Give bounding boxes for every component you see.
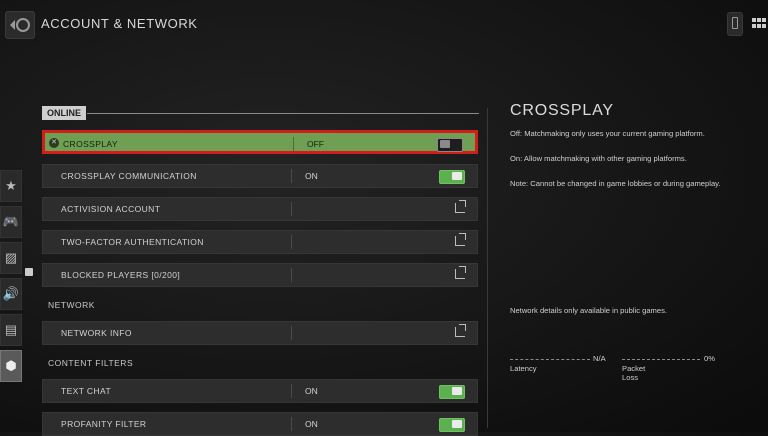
row-value: ON bbox=[305, 386, 318, 396]
profanity-filter-toggle[interactable] bbox=[439, 418, 465, 432]
detail-title: CROSSPLAY bbox=[510, 102, 614, 119]
menu-grid-icon[interactable] bbox=[752, 18, 766, 28]
packet-loss-dash bbox=[622, 359, 700, 361]
section-online: ONLINE bbox=[42, 106, 87, 120]
latency-label: Latency bbox=[510, 364, 537, 373]
row-label: BLOCKED PLAYERS [0/200] bbox=[61, 270, 181, 280]
gamepad-icon[interactable]: 🎮 bbox=[0, 206, 22, 238]
detail-text: Note: Cannot be changed in game lobbies … bbox=[510, 179, 721, 188]
row-activision-account[interactable]: ACTIVISION ACCOUNT bbox=[42, 197, 478, 221]
latency-value: N/A bbox=[593, 354, 606, 363]
star-icon[interactable]: ★ bbox=[0, 170, 22, 202]
row-value: OFF bbox=[307, 139, 324, 149]
row-network-info[interactable]: NETWORK INFO bbox=[42, 321, 478, 345]
row-text-chat[interactable]: TEXT CHAT ON bbox=[42, 379, 478, 403]
row-label: CROSSPLAY COMMUNICATION bbox=[61, 171, 197, 181]
section-network: NETWORK bbox=[48, 300, 95, 310]
row-separator bbox=[291, 268, 292, 282]
phone-icon[interactable] bbox=[727, 12, 743, 36]
panel-divider bbox=[487, 108, 488, 428]
interface-icon[interactable]: ▤ bbox=[0, 314, 22, 346]
notification-badge-icon bbox=[25, 268, 33, 276]
crossplay-communication-toggle[interactable] bbox=[439, 170, 465, 184]
x-icon: ✕ bbox=[49, 138, 59, 148]
row-separator bbox=[291, 169, 292, 183]
crossplay-toggle[interactable] bbox=[437, 138, 463, 152]
row-separator bbox=[291, 417, 292, 431]
back-circle-icon bbox=[16, 18, 30, 32]
row-label: TWO-FACTOR AUTHENTICATION bbox=[61, 237, 204, 247]
external-link-icon bbox=[455, 324, 466, 337]
row-label: ACTIVISION ACCOUNT bbox=[61, 204, 161, 214]
section-content-filters: CONTENT FILTERS bbox=[48, 358, 134, 368]
network-icon[interactable]: ⬢ bbox=[0, 350, 22, 382]
row-two-factor-authentication[interactable]: TWO-FACTOR AUTHENTICATION bbox=[42, 230, 478, 254]
detail-text: Off: Matchmaking only uses your current … bbox=[510, 129, 705, 138]
row-blocked-players[interactable]: BLOCKED PLAYERS [0/200] bbox=[42, 263, 478, 287]
detail-text: On: Allow matchmaking with other gaming … bbox=[510, 154, 687, 163]
row-value: ON bbox=[305, 171, 318, 181]
back-arrow-icon bbox=[10, 20, 15, 30]
back-button[interactable] bbox=[5, 11, 35, 39]
row-crossplay[interactable]: ✕ CROSSPLAY OFF bbox=[42, 130, 478, 154]
side-rail: ★ 🎮 ▨ 🔊 ▤ ⬢ bbox=[0, 170, 22, 386]
row-separator bbox=[291, 384, 292, 398]
page-title: ACCOUNT & NETWORK bbox=[41, 16, 198, 31]
external-link-icon bbox=[455, 266, 466, 279]
latency-dash bbox=[510, 359, 590, 361]
packet-loss-label: Packet Loss bbox=[622, 364, 646, 382]
section-divider bbox=[87, 113, 479, 114]
row-separator bbox=[291, 202, 292, 216]
row-label: CROSSPLAY bbox=[63, 139, 118, 149]
speaker-icon[interactable]: 🔊 bbox=[0, 278, 22, 310]
row-profanity-filter[interactable]: PROFANITY FILTER ON bbox=[42, 412, 478, 436]
text-chat-toggle[interactable] bbox=[439, 385, 465, 399]
row-separator bbox=[291, 326, 292, 340]
row-label: NETWORK INFO bbox=[61, 328, 132, 338]
row-label: TEXT CHAT bbox=[61, 386, 112, 396]
graphics-icon[interactable]: ▨ bbox=[0, 242, 22, 274]
packet-loss-value: 0% bbox=[704, 354, 715, 363]
row-crossplay-communication[interactable]: CROSSPLAY COMMUNICATION ON bbox=[42, 164, 478, 188]
row-separator bbox=[291, 235, 292, 249]
external-link-icon bbox=[455, 200, 466, 213]
top-bar: ACCOUNT & NETWORK bbox=[0, 0, 768, 48]
network-note: Network details only available in public… bbox=[510, 306, 668, 315]
row-separator bbox=[293, 137, 294, 151]
external-link-icon bbox=[455, 233, 466, 246]
